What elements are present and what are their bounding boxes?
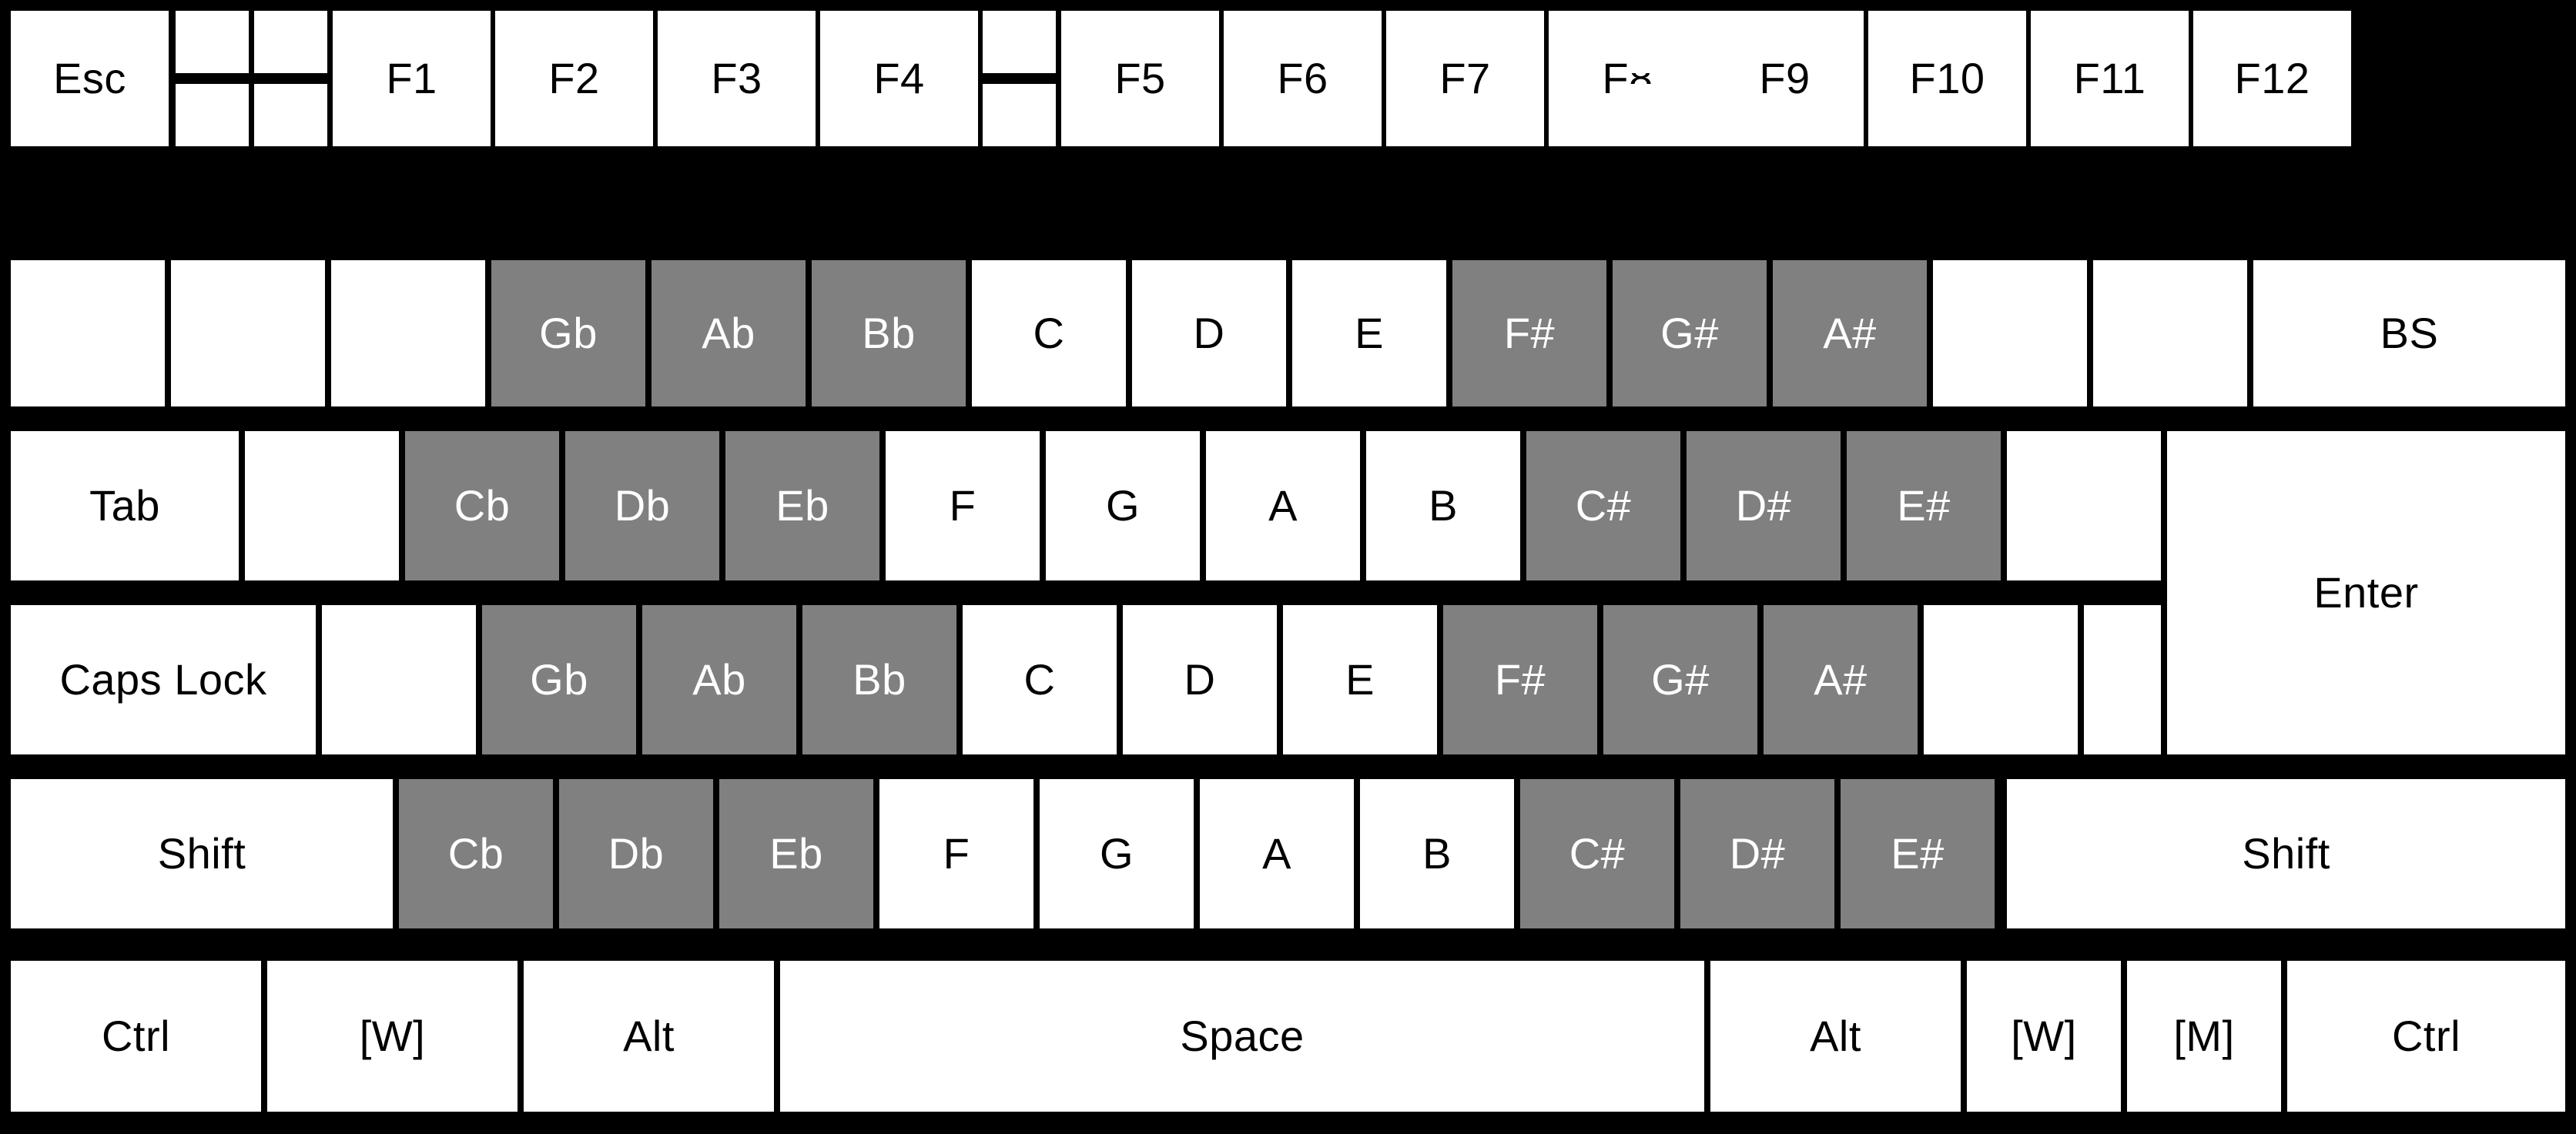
key-f11[interactable]: F11 — [2031, 11, 2189, 146]
key-blank-4-12[interactable] — [2084, 605, 2161, 754]
key-b[interactable]: B — [1366, 431, 1520, 580]
key-csharp[interactable]: C# — [1520, 779, 1674, 928]
key-b[interactable]: B — [1360, 779, 1514, 928]
key-blank-split-lower-2[interactable] — [254, 84, 327, 146]
key-csharp[interactable]: C# — [1526, 431, 1680, 580]
key-dsharp[interactable]: D# — [1687, 431, 1841, 580]
key-fsharp[interactable]: F# — [1452, 260, 1606, 406]
key-blank-split-upper-7[interactable] — [983, 11, 1056, 73]
key-db[interactable]: Db — [565, 431, 719, 580]
key-blank-4-11[interactable] — [1924, 605, 2078, 754]
key-a[interactable]: A — [1206, 431, 1360, 580]
key-enter[interactable]: Enter — [2167, 431, 2565, 754]
key-f6[interactable]: F6 — [1224, 11, 1382, 146]
key-asharp[interactable]: A# — [1773, 260, 1927, 406]
key-blank-split-lower-1[interactable] — [176, 84, 249, 146]
key-gb[interactable]: Gb — [482, 605, 636, 754]
key-eb[interactable]: Eb — [719, 779, 873, 928]
key-f2[interactable]: F2 — [495, 11, 653, 146]
key-f10[interactable]: F10 — [1868, 11, 2026, 146]
key-ab[interactable]: Ab — [652, 260, 806, 406]
key-blank-split-lower-7[interactable] — [983, 84, 1056, 146]
key-bs[interactable]: BS — [2253, 260, 2565, 406]
key-shift-left[interactable]: Shift — [11, 779, 393, 928]
key-blank-2-13[interactable] — [2093, 260, 2247, 406]
key-esc[interactable]: Esc — [11, 11, 169, 146]
key-d[interactable]: D — [1123, 605, 1277, 754]
key-caps-lock[interactable]: Caps Lock — [11, 605, 316, 754]
key-c[interactable]: C — [963, 605, 1117, 754]
key-f3[interactable]: F3 — [658, 11, 816, 146]
key-blank-split-upper-12[interactable] — [1627, 11, 1700, 73]
key-blank-4-1[interactable] — [322, 605, 476, 754]
key-bb[interactable]: Bb — [802, 605, 956, 754]
key-fsharp[interactable]: F# — [1443, 605, 1597, 754]
key-blank-split-lower-12[interactable] — [1627, 84, 1700, 146]
key-space[interactable]: Space — [780, 961, 1704, 1112]
key-dsharp[interactable]: D# — [1680, 779, 1834, 928]
key-gsharp[interactable]: G# — [1613, 260, 1767, 406]
key-blank-split-upper-2[interactable] — [254, 11, 327, 73]
key-blank-2-1[interactable] — [171, 260, 325, 406]
key-gsharp[interactable]: G# — [1603, 605, 1757, 754]
key-ctrl-left[interactable]: Ctrl — [11, 961, 261, 1112]
key-blank-2-2[interactable] — [331, 260, 485, 406]
key-w-left[interactable]: [W] — [267, 961, 518, 1112]
key-f5[interactable]: F5 — [1061, 11, 1219, 146]
key-e[interactable]: E — [1283, 605, 1437, 754]
key-c[interactable]: C — [972, 260, 1126, 406]
keyboard-diagram: Esc F1 F2 F3 F4 F5 F6 F7 F8 F9 F10 F11 F12 Gb Ab Bb C D E F… — [0, 0, 2576, 1134]
key-f4[interactable]: F4 — [820, 11, 978, 146]
key-ctrl-right[interactable]: Ctrl — [2287, 961, 2565, 1112]
key-f7[interactable]: F7 — [1386, 11, 1544, 146]
key-blank-2-0[interactable] — [11, 260, 165, 406]
key-gb[interactable]: Gb — [491, 260, 645, 406]
key-g[interactable]: G — [1040, 779, 1194, 928]
key-f1[interactable]: F1 — [333, 11, 491, 146]
key-esharp[interactable]: E# — [1841, 779, 1995, 928]
key-f[interactable]: F — [886, 431, 1040, 580]
key-blank-3-12[interactable] — [2007, 431, 2161, 580]
key-blank-split-upper-1[interactable] — [176, 11, 249, 73]
key-esharp[interactable]: E# — [1847, 431, 2001, 580]
key-ab[interactable]: Ab — [642, 605, 796, 754]
key-f12[interactable]: F12 — [2193, 11, 2351, 146]
key-f[interactable]: F — [879, 779, 1033, 928]
key-blank-2-12[interactable] — [1933, 260, 2087, 406]
key-shift-right[interactable]: Shift — [2007, 779, 2565, 928]
key-cb[interactable]: Cb — [405, 431, 559, 580]
key-alt-left[interactable]: Alt — [524, 961, 774, 1112]
key-asharp[interactable]: A# — [1764, 605, 1918, 754]
key-f9[interactable]: F9 — [1706, 11, 1864, 146]
key-tab[interactable]: Tab — [11, 431, 239, 580]
key-g[interactable]: G — [1046, 431, 1200, 580]
key-eb[interactable]: Eb — [725, 431, 879, 580]
key-bb[interactable]: Bb — [812, 260, 966, 406]
key-cb[interactable]: Cb — [399, 779, 553, 928]
key-d[interactable]: D — [1132, 260, 1286, 406]
key-blank-3-1[interactable] — [245, 431, 399, 580]
key-w-right[interactable]: [W] — [1967, 961, 2121, 1112]
key-db[interactable]: Db — [559, 779, 713, 928]
key-alt-right[interactable]: Alt — [1710, 961, 1961, 1112]
key-a[interactable]: A — [1200, 779, 1354, 928]
key-e[interactable]: E — [1292, 260, 1446, 406]
key-m[interactable]: [M] — [2127, 961, 2281, 1112]
